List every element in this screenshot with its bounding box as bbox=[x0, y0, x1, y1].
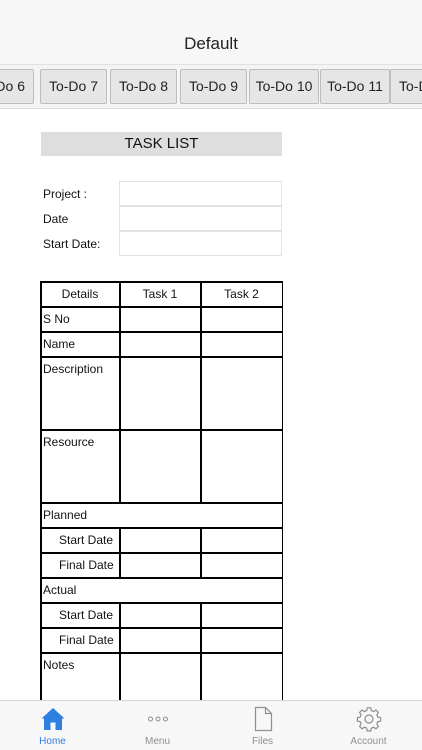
table-line bbox=[40, 331, 283, 333]
row-label-description: Description bbox=[43, 362, 104, 376]
tab-todo-8[interactable]: To-Do 8 bbox=[110, 69, 177, 104]
start-date-label: Start Date: bbox=[43, 237, 101, 251]
row-label-name: Name bbox=[43, 337, 76, 351]
navigation-bar: Default bbox=[0, 0, 422, 65]
row-label-planned-start-date: Start Date bbox=[59, 533, 114, 547]
table-line bbox=[40, 356, 283, 358]
table-line bbox=[40, 429, 283, 431]
row-label-planned-final-date: Final Date bbox=[59, 558, 114, 572]
row-label-planned: Planned bbox=[43, 508, 88, 522]
tab-bar-menu[interactable]: Menu bbox=[105, 701, 210, 750]
table-line bbox=[119, 527, 121, 577]
tab-bar-files-label: Files bbox=[251, 736, 274, 747]
table-line bbox=[40, 577, 283, 579]
table-line bbox=[40, 627, 283, 629]
project-label: Project : bbox=[43, 187, 88, 201]
tab-todo-10[interactable]: To-Do 10 bbox=[249, 69, 319, 104]
spreadsheet-sheet[interactable]: TASK LIST Project : Date Start Date: Det… bbox=[0, 110, 422, 700]
table-line bbox=[40, 552, 283, 554]
tab-bar-account[interactable]: Account bbox=[315, 701, 422, 750]
row-label-notes: Notes bbox=[43, 658, 75, 672]
table-line bbox=[119, 602, 121, 700]
table-line bbox=[281, 281, 283, 700]
table-line bbox=[40, 281, 283, 283]
tab-todo-12[interactable]: To-Do 12 bbox=[390, 69, 422, 104]
table-line bbox=[200, 527, 202, 577]
row-label-s-no: S No bbox=[43, 312, 70, 326]
tab-bar-menu-label: Menu bbox=[144, 736, 170, 747]
row-label-resource: Resource bbox=[43, 435, 95, 449]
header-task-2: Task 2 bbox=[224, 287, 259, 301]
tab-bar-home[interactable]: Home bbox=[0, 701, 105, 750]
tab-todo-11[interactable]: To-Do 11 bbox=[320, 69, 390, 104]
row-label-actual: Actual bbox=[43, 583, 77, 597]
project-field[interactable] bbox=[119, 181, 282, 206]
home-icon bbox=[0, 706, 105, 732]
date-field[interactable] bbox=[119, 206, 282, 231]
tab-todo-9[interactable]: To-Do 9 bbox=[180, 69, 247, 104]
row-label-actual-start-date: Start Date bbox=[59, 608, 114, 622]
tab-todo-6[interactable]: To-Do 6 bbox=[0, 69, 34, 104]
table-line bbox=[40, 502, 283, 504]
table-line bbox=[200, 281, 202, 503]
tab-bar-account-label: Account bbox=[350, 736, 387, 747]
tab-todo-7[interactable]: To-Do 7 bbox=[40, 69, 107, 104]
table-line bbox=[40, 652, 283, 654]
file-icon bbox=[210, 706, 315, 732]
table-line bbox=[40, 527, 283, 529]
tab-bar-files[interactable]: Files bbox=[210, 701, 315, 750]
row-label-actual-final-date: Final Date bbox=[59, 633, 114, 647]
header-details: Details bbox=[61, 287, 99, 301]
sheet-tabs[interactable]: To-Do 6 To-Do 7 To-Do 8 To-Do 9 To-Do 10… bbox=[0, 65, 422, 109]
tab-bar-home-label: Home bbox=[39, 736, 66, 747]
start-date-field[interactable] bbox=[119, 231, 282, 256]
page-title: Default bbox=[184, 34, 238, 53]
table-line bbox=[200, 602, 202, 700]
table-line bbox=[40, 602, 283, 604]
sheet-title: TASK LIST bbox=[41, 132, 282, 156]
table-line bbox=[40, 281, 42, 700]
date-label: Date bbox=[43, 212, 69, 226]
table-line bbox=[119, 281, 121, 503]
table-line bbox=[40, 306, 283, 308]
more-dots-icon bbox=[105, 706, 210, 732]
header-task-1: Task 1 bbox=[142, 287, 178, 301]
bottom-tab-bar: Home Menu Files Account bbox=[0, 700, 422, 750]
gear-icon bbox=[315, 706, 422, 732]
